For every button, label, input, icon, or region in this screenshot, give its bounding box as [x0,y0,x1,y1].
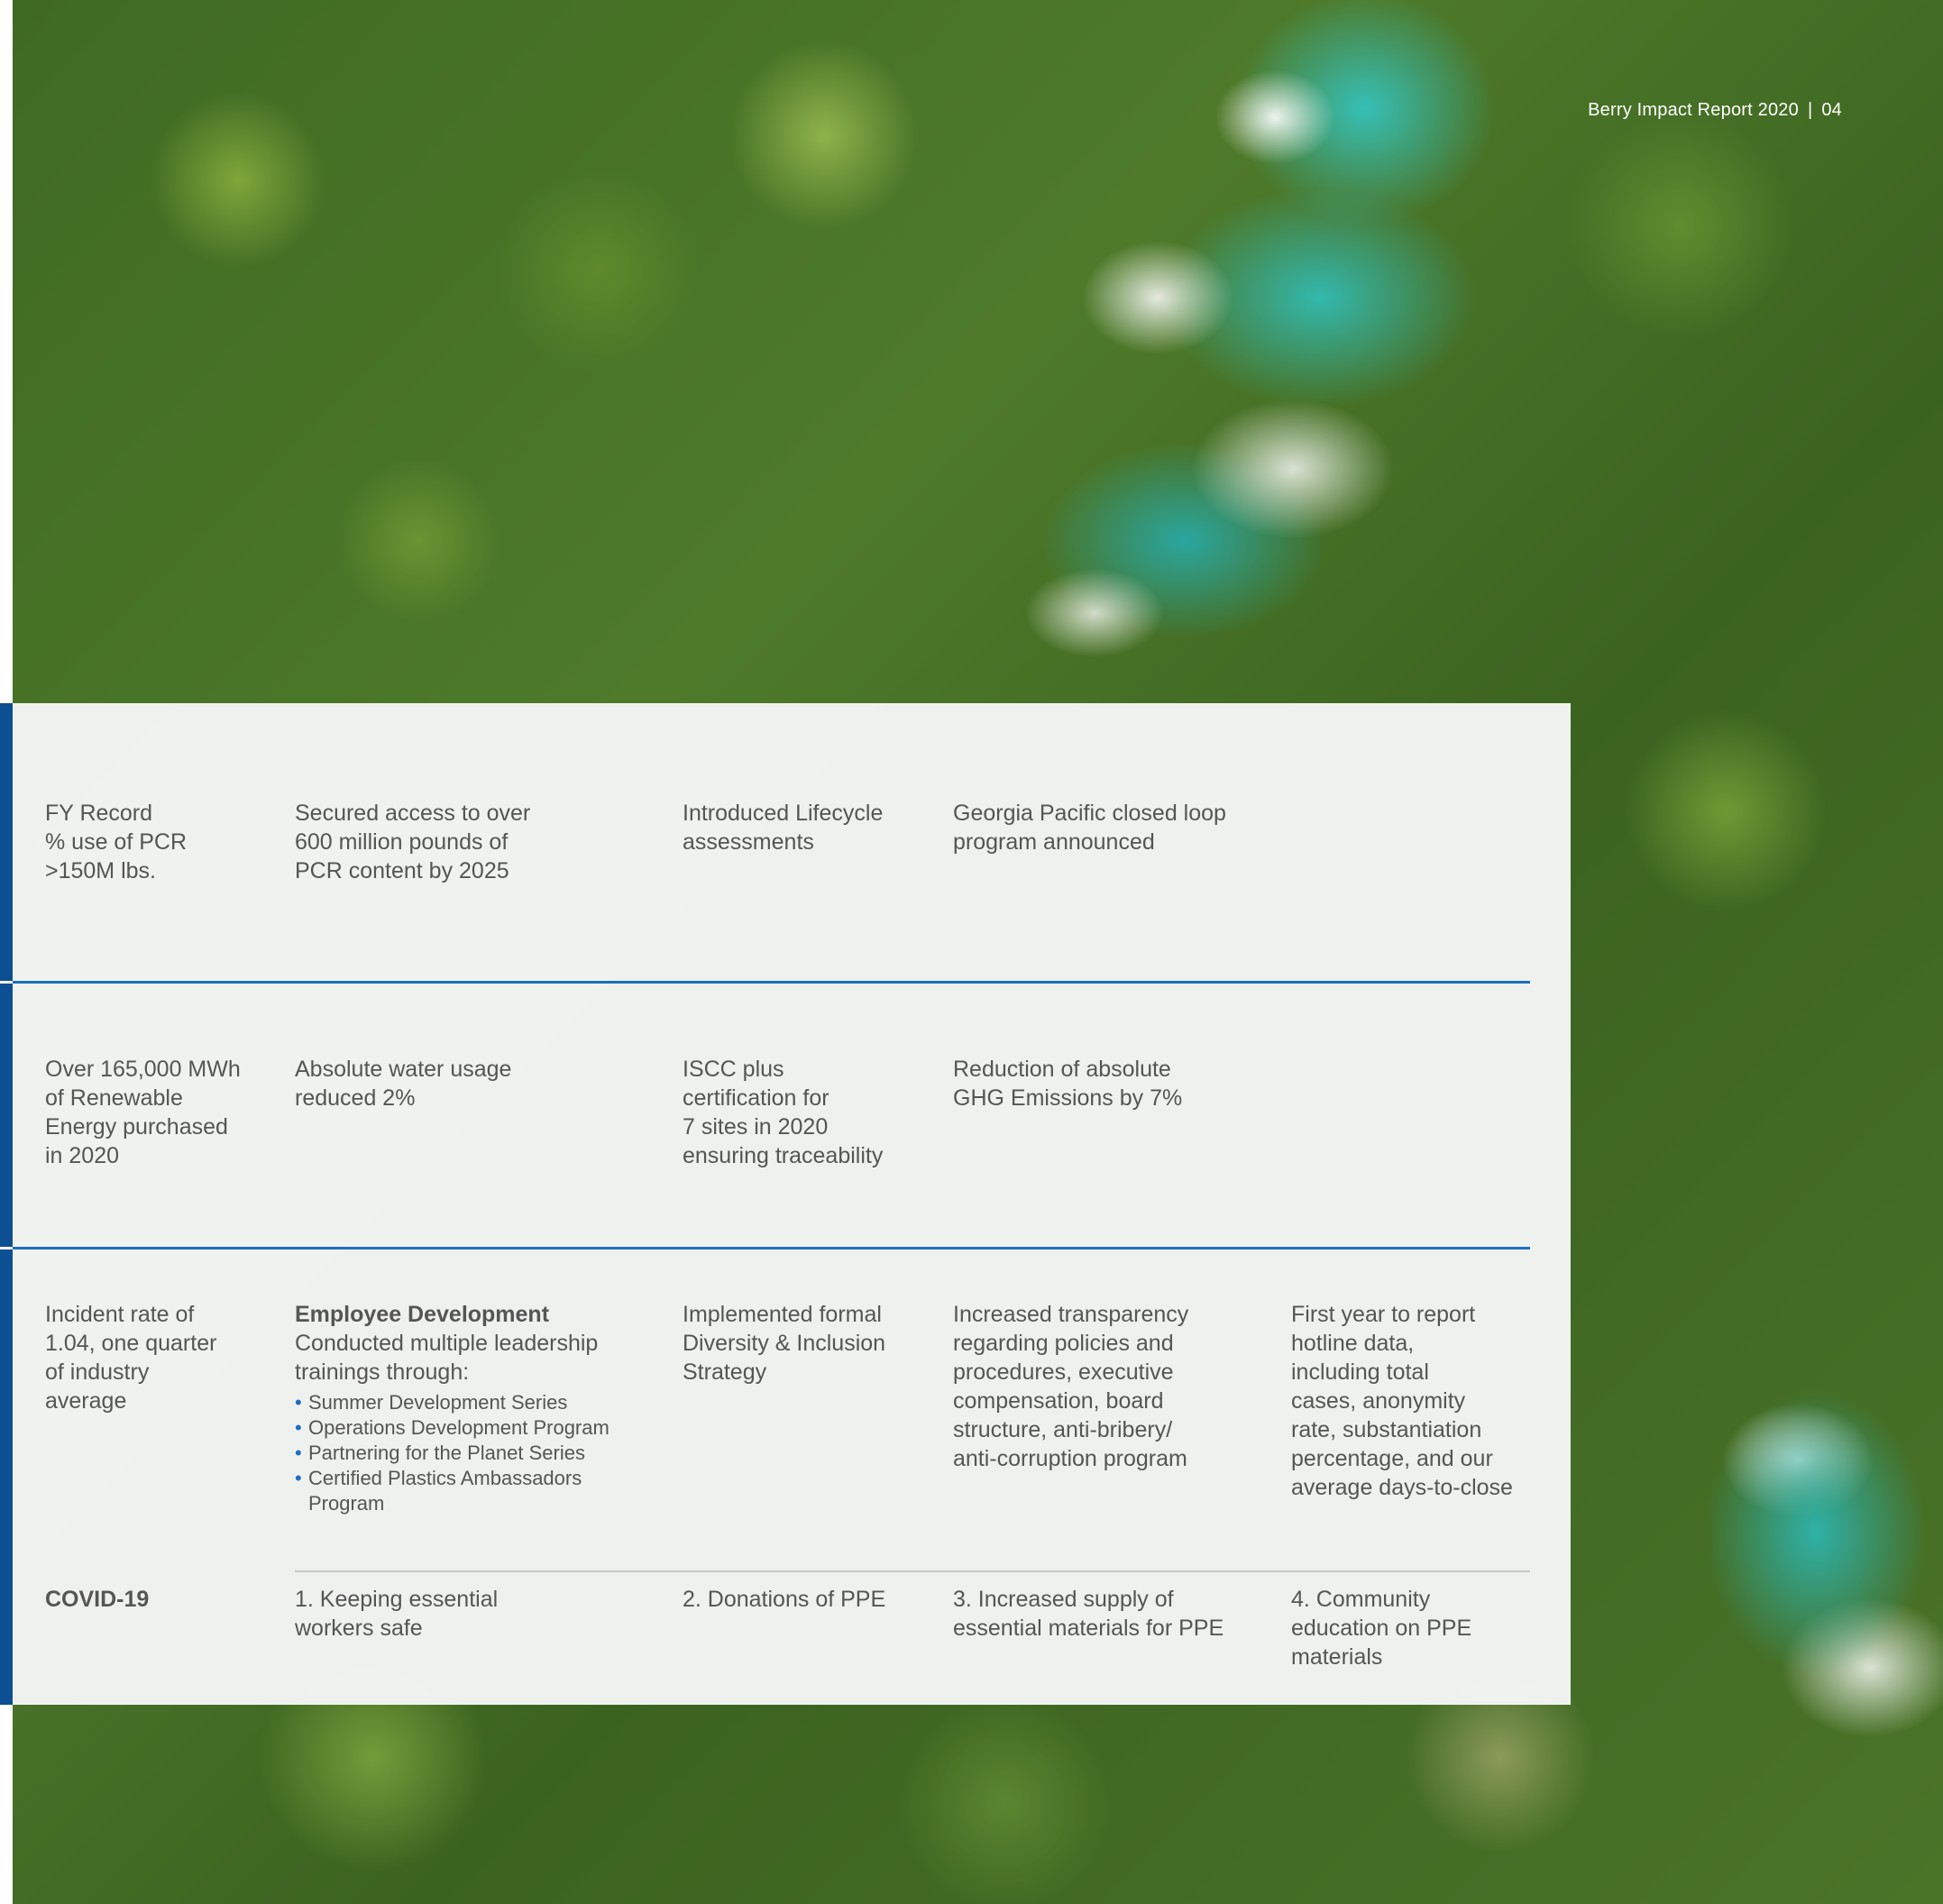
row-divider [13,1247,1530,1250]
list-item: Summer Development Series [295,1390,655,1415]
row-accent-bar [0,984,13,1247]
stat-water-usage: Absolute water usage reduced 2% [295,1057,512,1111]
stat-iscc-certification: ISCC plus certification for 7 sites in 2… [683,1057,884,1168]
stat-pcr-access: Secured access to over 600 million pound… [295,801,531,883]
stat-hotline-data: First year to report hotline data, inclu… [1291,1302,1513,1500]
stat-closed-loop: Georgia Pacific closed loop program anno… [953,801,1226,855]
covid-item-community-education: 4. Community education on PPE materials [1291,1587,1472,1670]
stat-lifecycle: Introduced Lifecycle assessments [683,801,884,855]
row-accent-bar [0,1250,13,1705]
page-number: 04 [1821,100,1842,120]
list-item: Partnering for the Planet Series [295,1441,655,1466]
list-item: Certified Plastics Ambassadors Program [295,1466,655,1516]
employee-development-title: Employee Development [295,1302,550,1327]
employee-development-block: Employee Development Conducted multiple … [295,1300,655,1516]
impact-summary-panel: FY Record % use of PCR >150M lbs. Secure… [0,703,1571,1705]
stat-incident-rate: Incident rate of 1.04, one quarter of in… [45,1302,217,1414]
stat-ghg-reduction: Reduction of absolute GHG Emissions by 7… [953,1057,1183,1111]
row-accent-bar [0,703,13,981]
report-header: Berry Impact Report 2020 | 04 [1588,100,1842,121]
report-title: Berry Impact Report 2020 [1588,100,1799,120]
covid-divider [295,1570,1530,1572]
list-item: Operations Development Program [295,1415,655,1441]
training-list: Summer Development Series Operations Dev… [295,1390,655,1516]
header-separator: | [1807,100,1813,120]
employee-development-text: Conducted multiple leadership trainings … [295,1331,599,1385]
covid-label: COVID-19 [45,1587,150,1612]
stat-renewable-energy: Over 165,000 MWh of Renewable Energy pur… [45,1057,241,1168]
stat-pcr-record: FY Record % use of PCR >150M lbs. [45,801,188,883]
covid-item-ppe-supply: 3. Increased supply of essential materia… [953,1587,1224,1641]
stat-transparency: Increased transparency regarding policie… [953,1302,1189,1471]
covid-item-ppe-donations: 2. Donations of PPE [683,1587,886,1612]
stat-diversity-inclusion: Implemented formal Diversity & Inclusion… [683,1302,886,1385]
row-divider [13,981,1530,984]
covid-item-workers-safe: 1. Keeping essential workers safe [295,1587,499,1641]
